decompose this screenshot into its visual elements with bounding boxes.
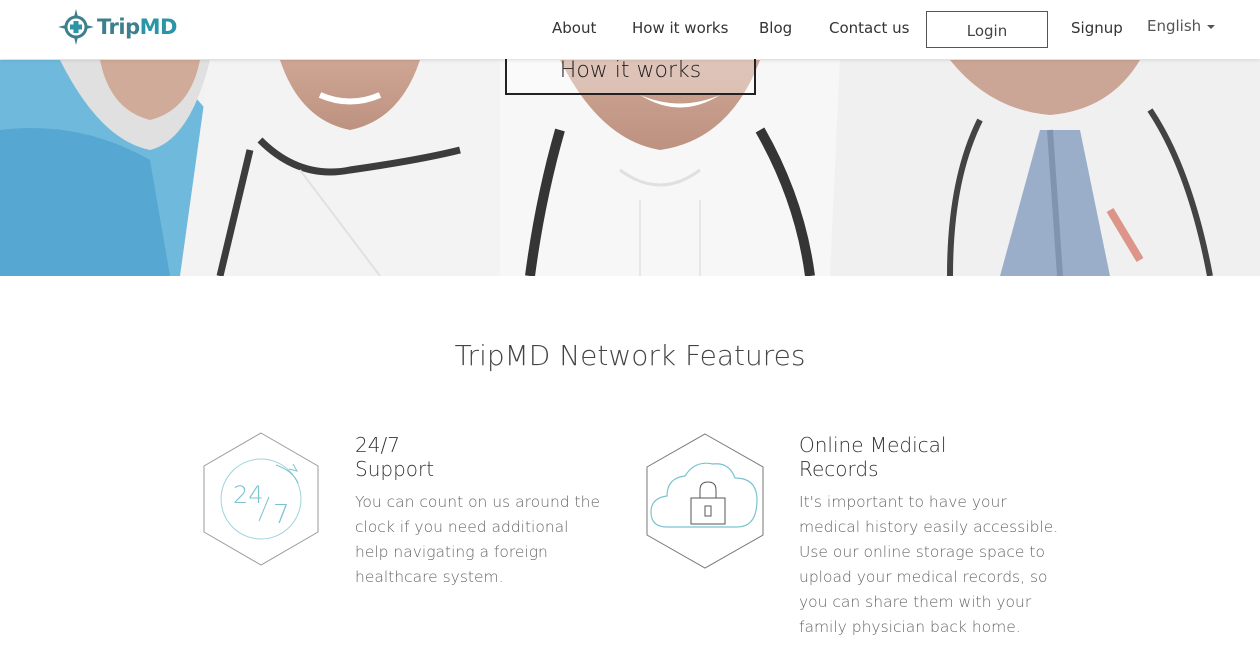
logo-text-trip: Trip bbox=[97, 15, 140, 39]
login-button[interactable]: Login bbox=[926, 11, 1048, 48]
feature-title-line1: Online Medical bbox=[799, 433, 947, 457]
feature-title-line2: Records bbox=[799, 457, 879, 481]
icon-text-7: 7 bbox=[273, 500, 290, 530]
language-label: English bbox=[1147, 17, 1202, 35]
nav-about[interactable]: About bbox=[552, 19, 596, 37]
cloud-lock-icon bbox=[646, 433, 764, 569]
language-dropdown[interactable]: English bbox=[1147, 17, 1216, 35]
feature-title-line2: Support bbox=[355, 457, 435, 481]
compass-cross-icon bbox=[58, 9, 94, 45]
feature-text-support: You can count on us around the clock if … bbox=[355, 493, 600, 586]
logo-text-md: MD bbox=[139, 15, 178, 39]
features-section-title: TripMD Network Features bbox=[454, 339, 806, 372]
tripmd-logo[interactable]: TripMD bbox=[57, 7, 177, 47]
nav-how-it-works[interactable]: How it works bbox=[632, 19, 728, 37]
feature-title-line1: 24/7 bbox=[355, 433, 400, 457]
clock-24-7-icon: 24 7 bbox=[203, 432, 319, 566]
logo-text: TripMD bbox=[97, 15, 177, 39]
nav-signup[interactable]: Signup bbox=[1071, 19, 1123, 37]
feature-title-support: 24/7 Support bbox=[355, 433, 434, 481]
caret-down-icon bbox=[1207, 25, 1216, 29]
nav-blog[interactable]: Blog bbox=[759, 19, 792, 37]
icon-text-24: 24 bbox=[233, 481, 264, 509]
feature-text-medical-records: It's important to have your medical hist… bbox=[799, 493, 1059, 636]
top-navbar: TripMD About How it works Blog Contact u… bbox=[0, 0, 1260, 59]
feature-title-medical-records: Online Medical Records bbox=[799, 433, 947, 481]
nav-contact-us[interactable]: Contact us bbox=[829, 19, 909, 37]
